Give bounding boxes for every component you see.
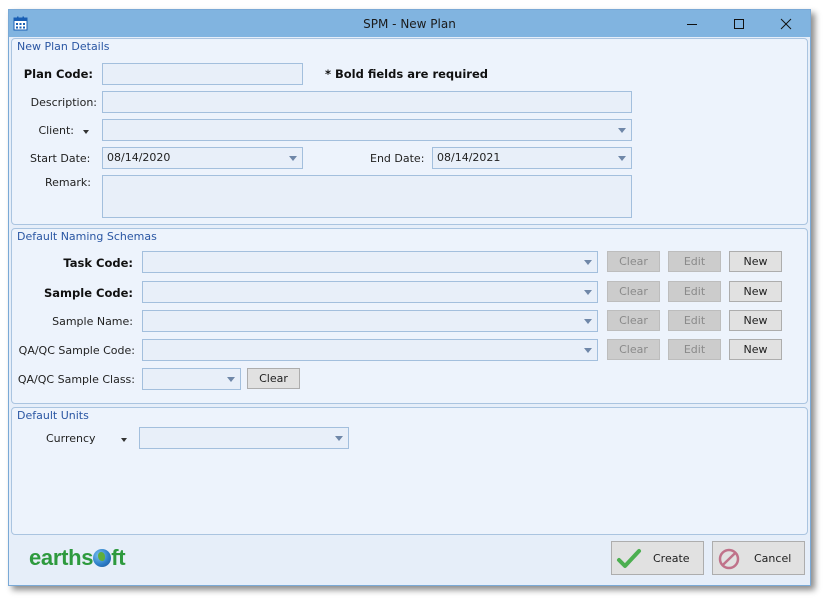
chevron-down-icon <box>584 348 592 353</box>
group-title: Default Naming Schemas <box>17 230 157 243</box>
currency-dropdown-arrow-icon[interactable] <box>121 438 127 442</box>
new-plan-details-group: New Plan Details Plan Code: * Bold field… <box>11 38 808 225</box>
minimize-button[interactable] <box>669 10 715 37</box>
client-dropdown-arrow-icon[interactable] <box>83 130 89 134</box>
sample-code-clear-button[interactable]: Clear <box>607 281 660 302</box>
task-code-new-button[interactable]: New <box>729 251 782 272</box>
task-code-label: Task Code: <box>63 256 133 270</box>
remark-textarea[interactable] <box>102 175 632 218</box>
group-title: New Plan Details <box>17 40 110 53</box>
end-date-value: 08/14/2021 <box>437 151 501 164</box>
cancel-button[interactable]: Cancel <box>712 541 805 575</box>
sample-name-new-button[interactable]: New <box>729 310 782 331</box>
task-code-clear-button[interactable]: Clear <box>607 251 660 272</box>
title-bar[interactable]: SPM - New Plan <box>9 10 810 37</box>
globe-icon <box>93 549 112 567</box>
client-select[interactable] <box>102 119 632 141</box>
chevron-down-icon <box>584 290 592 295</box>
qaqc-sample-class-select[interactable] <box>142 368 241 390</box>
end-date-picker[interactable]: 08/14/2021 <box>432 147 632 169</box>
close-icon <box>780 18 792 29</box>
new-plan-dialog: SPM - New Plan New Plan Details Plan Cod… <box>8 9 811 586</box>
cancel-circle-icon <box>717 548 741 573</box>
group-title: Default Units <box>17 409 89 422</box>
sample-name-clear-button[interactable]: Clear <box>607 310 660 331</box>
create-button[interactable]: Create <box>611 541 704 575</box>
qaqc-sample-class-label: QA/QC Sample Class: <box>17 373 135 386</box>
chevron-down-icon <box>289 156 297 161</box>
close-button[interactable] <box>763 10 809 37</box>
description-label: Description: <box>30 96 97 109</box>
chevron-down-icon <box>335 436 343 441</box>
description-input[interactable] <box>102 91 632 113</box>
start-date-picker[interactable]: 08/14/2020 <box>102 147 303 169</box>
default-units-group: Default Units Currency <box>11 407 808 535</box>
remark-label: Remark: <box>45 176 91 189</box>
sample-code-select[interactable] <box>142 281 598 303</box>
earthsoft-logo: earths ft <box>29 545 126 571</box>
required-note: * Bold fields are required <box>325 67 488 81</box>
naming-schemas-group: Default Naming Schemas Task Code: Clear … <box>11 228 808 404</box>
sample-code-label: Sample Code: <box>44 286 133 300</box>
client-label: Client: <box>38 124 74 137</box>
qaqc-sample-code-edit-button[interactable]: Edit <box>668 339 721 360</box>
sample-code-new-button[interactable]: New <box>729 281 782 302</box>
end-date-label: End Date: <box>370 152 425 165</box>
chevron-down-icon <box>227 377 235 382</box>
maximize-icon <box>734 18 744 29</box>
qaqc-sample-code-clear-button[interactable]: Clear <box>607 339 660 360</box>
chevron-down-icon <box>618 128 626 133</box>
currency-select[interactable] <box>139 427 349 449</box>
minimize-icon <box>687 23 697 25</box>
sample-code-edit-button[interactable]: Edit <box>668 281 721 302</box>
qaqc-sample-class-clear-button[interactable]: Clear <box>247 368 300 389</box>
sample-name-edit-button[interactable]: Edit <box>668 310 721 331</box>
checkmark-icon <box>616 548 642 573</box>
chevron-down-icon <box>618 156 626 161</box>
create-label: Create <box>653 552 690 565</box>
plan-code-input[interactable] <box>102 63 303 85</box>
currency-label: Currency <box>46 432 96 445</box>
logo-text-left: earths <box>29 545 94 570</box>
chevron-down-icon <box>584 319 592 324</box>
qaqc-sample-code-new-button[interactable]: New <box>729 339 782 360</box>
sample-name-label: Sample Name: <box>52 315 133 328</box>
cancel-label: Cancel <box>754 552 792 565</box>
start-date-label: Start Date: <box>30 152 91 165</box>
task-code-select[interactable] <box>142 251 598 273</box>
start-date-value: 08/14/2020 <box>107 151 171 164</box>
sample-name-select[interactable] <box>142 310 598 332</box>
chevron-down-icon <box>584 260 592 265</box>
plan-code-label: Plan Code: <box>23 67 93 81</box>
maximize-button[interactable] <box>716 10 762 37</box>
logo-text-right: ft <box>111 545 126 570</box>
task-code-edit-button[interactable]: Edit <box>668 251 721 272</box>
qaqc-sample-code-select[interactable] <box>142 339 598 361</box>
qaqc-sample-code-label: QA/QC Sample Code: <box>18 344 135 357</box>
